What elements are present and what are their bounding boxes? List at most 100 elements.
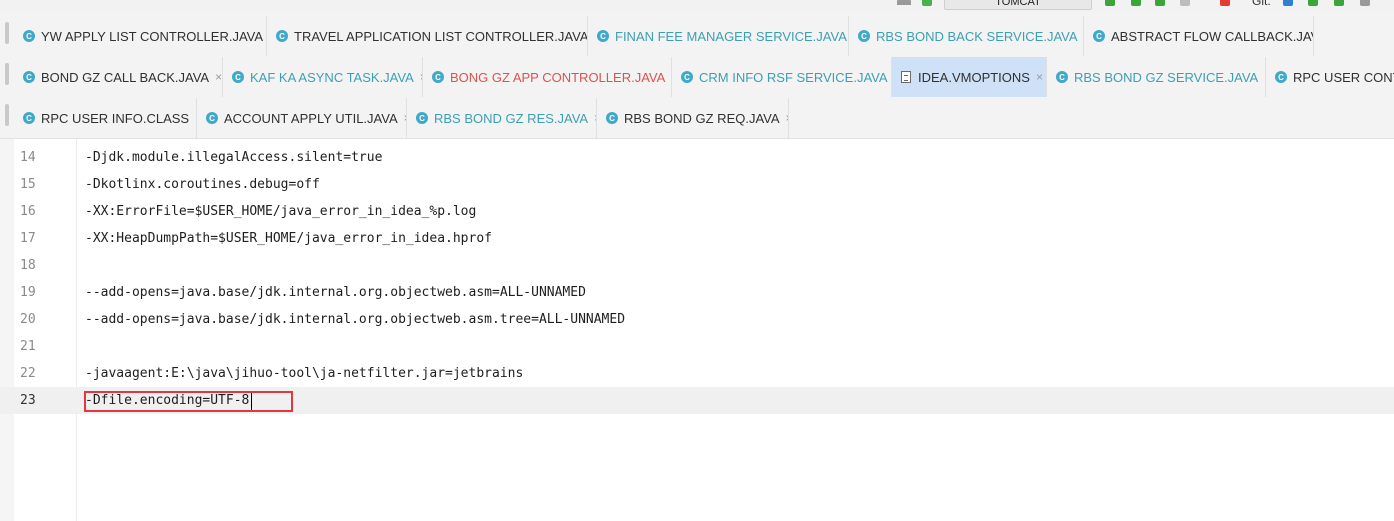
file-icon: [901, 71, 911, 83]
code-line[interactable]: 18: [0, 252, 1394, 279]
editor-tab[interactable]: CBONG GZ APP CONTROLLER.JAVA×: [423, 57, 672, 97]
code-line[interactable]: 20 --add-opens=java.base/jdk.internal.org…: [0, 306, 1394, 333]
code-text[interactable]: -XX:ErrorFile=$USER_HOME/java_error_in_i…: [85, 198, 476, 225]
git-label: Git:: [1252, 0, 1271, 8]
tab-label: ACCOUNT APPLY UTIL.JAVA: [224, 110, 398, 126]
line-number: 19: [20, 285, 36, 300]
tab-label: IDEA.VMOPTIONS: [918, 69, 1030, 85]
line-number: 14: [20, 150, 36, 165]
tab-label: KAF KA ASYNC TASK.JAVA: [250, 69, 414, 85]
tab-label: TRAVEL APPLICATION LIST CONTROLLER.JAVA: [294, 28, 588, 44]
class-icon: C: [23, 30, 35, 42]
code-line[interactable]: 17 -XX:HeapDumpPath=$USER_HOME/java_error…: [0, 225, 1394, 252]
editor-tab[interactable]: CRBS BOND BACK SERVICE.JAVA×: [849, 16, 1084, 56]
highlight-annotation-box: [84, 391, 293, 412]
git-commit-icon[interactable]: [1308, 0, 1318, 6]
code-line[interactable]: 14 -Djdk.module.illegalAccess.silent=true: [0, 144, 1394, 171]
code-editor[interactable]: 14 -Djdk.module.illegalAccess.silent=true…: [0, 139, 1394, 521]
close-tab-icon[interactable]: ×: [786, 111, 788, 125]
code-text[interactable]: --add-opens=java.base/jdk.internal.org.o…: [85, 306, 625, 333]
close-tab-icon[interactable]: ×: [1036, 70, 1043, 84]
coverage-icon[interactable]: [1155, 0, 1165, 6]
text-caret: [251, 393, 252, 410]
tab-row-indicator: [5, 104, 9, 126]
code-line[interactable]: 16 -XX:ErrorFile=$USER_HOME/java_error_in…: [0, 198, 1394, 225]
user-icon[interactable]: [897, 0, 911, 5]
editor-tab[interactable]: CFINAN FEE MANAGER SERVICE.JAVA×: [588, 16, 849, 56]
code-line[interactable]: 15 -Dkotlinx.coroutines.debug=off: [0, 171, 1394, 198]
close-tab-icon[interactable]: ×: [215, 70, 222, 84]
back-arrow-icon[interactable]: [922, 0, 932, 6]
git-push-icon[interactable]: [1334, 0, 1344, 6]
editor-tab[interactable]: CKAF KA ASYNC TASK.JAVA×: [223, 57, 423, 97]
stop-icon[interactable]: [1220, 0, 1230, 6]
line-number: 18: [20, 258, 36, 273]
editor-tab[interactable]: CRPC USER INFO.CLASS×: [14, 98, 197, 138]
class-icon: C: [1275, 71, 1287, 83]
editor-tab[interactable]: CRBS BOND GZ RES.JAVA×: [407, 98, 597, 138]
line-number: 20: [20, 312, 36, 327]
tab-label: ABSTRACT FLOW CALLBACK.JAVA: [1111, 28, 1314, 44]
tab-label: YW APPLY LIST CONTROLLER.JAVA: [41, 28, 264, 44]
class-icon: C: [23, 71, 35, 83]
code-text[interactable]: -Djdk.module.illegalAccess.silent=true: [85, 144, 382, 171]
editor-tab[interactable]: CCRM INFO RSF SERVICE.JAVA×: [672, 57, 892, 97]
class-icon: C: [597, 30, 609, 42]
code-line[interactable]: 21: [0, 333, 1394, 360]
tab-row-1: CYW APPLY LIST CONTROLLER.JAVA×CTRAVEL A…: [14, 16, 1394, 56]
editor-tab[interactable]: CABSTRACT FLOW CALLBACK.JAVA×: [1084, 16, 1314, 56]
tab-label: RBS BOND GZ REQ.JAVA: [624, 110, 780, 126]
class-icon: C: [232, 71, 244, 83]
editor-tab[interactable]: CRBS BOND GZ SERVICE.JAVA×: [1047, 57, 1266, 97]
tab-row-indicator: [5, 22, 9, 44]
tab-label: BOND GZ CALL BACK.JAVA: [41, 69, 210, 85]
editor-tabs: C YW APPLY LIST CONTROLLER.JAVA × C TRAVEL A…: [0, 12, 1394, 139]
class-icon: C: [23, 112, 35, 124]
editor-tab[interactable]: C BOND GZ CALL BACK.JAVA ×: [14, 57, 223, 97]
tab-label: RBS BOND BACK SERVICE.JAVA: [876, 28, 1078, 44]
tab-label: RPC USER CONTE: [1293, 69, 1394, 85]
code-line[interactable]: 22 -javaagent:E:\java\jihuo-tool\ja-netfi…: [0, 360, 1394, 387]
tab-label: RPC USER INFO.CLASS: [41, 110, 190, 126]
git-update-icon[interactable]: [1283, 0, 1293, 6]
git-history-icon[interactable]: [1360, 0, 1370, 6]
tab-label: RBS BOND GZ RES.JAVA: [434, 110, 589, 126]
run-icon[interactable]: [1105, 0, 1115, 6]
line-number: 16: [20, 204, 36, 219]
line-number: 23: [20, 393, 36, 408]
editor-tab[interactable]: CRPC USER CONTE×: [1266, 57, 1394, 97]
profile-icon[interactable]: [1180, 0, 1190, 6]
tab-label: CRM INFO RSF SERVICE.JAVA: [699, 69, 888, 85]
class-icon: C: [276, 30, 288, 42]
tab-label: FINAN FEE MANAGER SERVICE.JAVA: [615, 28, 847, 44]
tab-row-3: C RPC USER INFO.CLASS × C ACCOUNT APPLY UTIL…: [14, 98, 1394, 138]
class-icon: C: [606, 112, 618, 124]
line-number: 21: [20, 339, 36, 354]
code-text[interactable]: -Dkotlinx.coroutines.debug=off: [85, 171, 320, 198]
class-icon: C: [206, 112, 218, 124]
editor-tab[interactable]: CACCOUNT APPLY UTIL.JAVA×: [197, 98, 407, 138]
debug-icon[interactable]: [1131, 0, 1141, 6]
run-config-selector[interactable]: TOMCAT: [944, 0, 1092, 10]
class-icon: C: [416, 112, 428, 124]
class-icon: C: [432, 71, 444, 83]
code-text[interactable]: --add-opens=java.base/jdk.internal.org.o…: [85, 279, 586, 306]
editor-tab[interactable]: IDEA.VMOPTIONS ×: [892, 57, 1047, 97]
tab-row-indicator: [5, 63, 9, 85]
class-icon: C: [1056, 71, 1068, 83]
editor-tab[interactable]: C TRAVEL APPLICATION LIST CONTROLLER.JAVA…: [267, 16, 588, 56]
class-icon: C: [858, 30, 870, 42]
tab-label: BONG GZ APP CONTROLLER.JAVA: [450, 69, 666, 85]
line-number: 17: [20, 231, 36, 246]
class-icon: C: [1093, 30, 1105, 42]
code-text[interactable]: -javaagent:E:\java\jihuo-tool\ja-netfilt…: [85, 360, 523, 387]
tab-row-2: C BOND GZ CALL BACK.JAVA × C KAF KA ASYNC TA…: [14, 57, 1394, 97]
top-toolbar: TOMCAT Git:: [0, 0, 1394, 12]
class-icon: C: [681, 71, 693, 83]
code-text[interactable]: -XX:HeapDumpPath=$USER_HOME/java_error_i…: [85, 225, 492, 252]
code-line[interactable]: 19 --add-opens=java.base/jdk.internal.org…: [0, 279, 1394, 306]
line-number: 22: [20, 366, 36, 381]
editor-tab[interactable]: C RBS BOND GZ REQ.JAVA ×: [597, 98, 789, 138]
line-number: 15: [20, 177, 36, 192]
editor-tab[interactable]: CYW APPLY LIST CONTROLLER.JAVA×: [14, 16, 267, 56]
